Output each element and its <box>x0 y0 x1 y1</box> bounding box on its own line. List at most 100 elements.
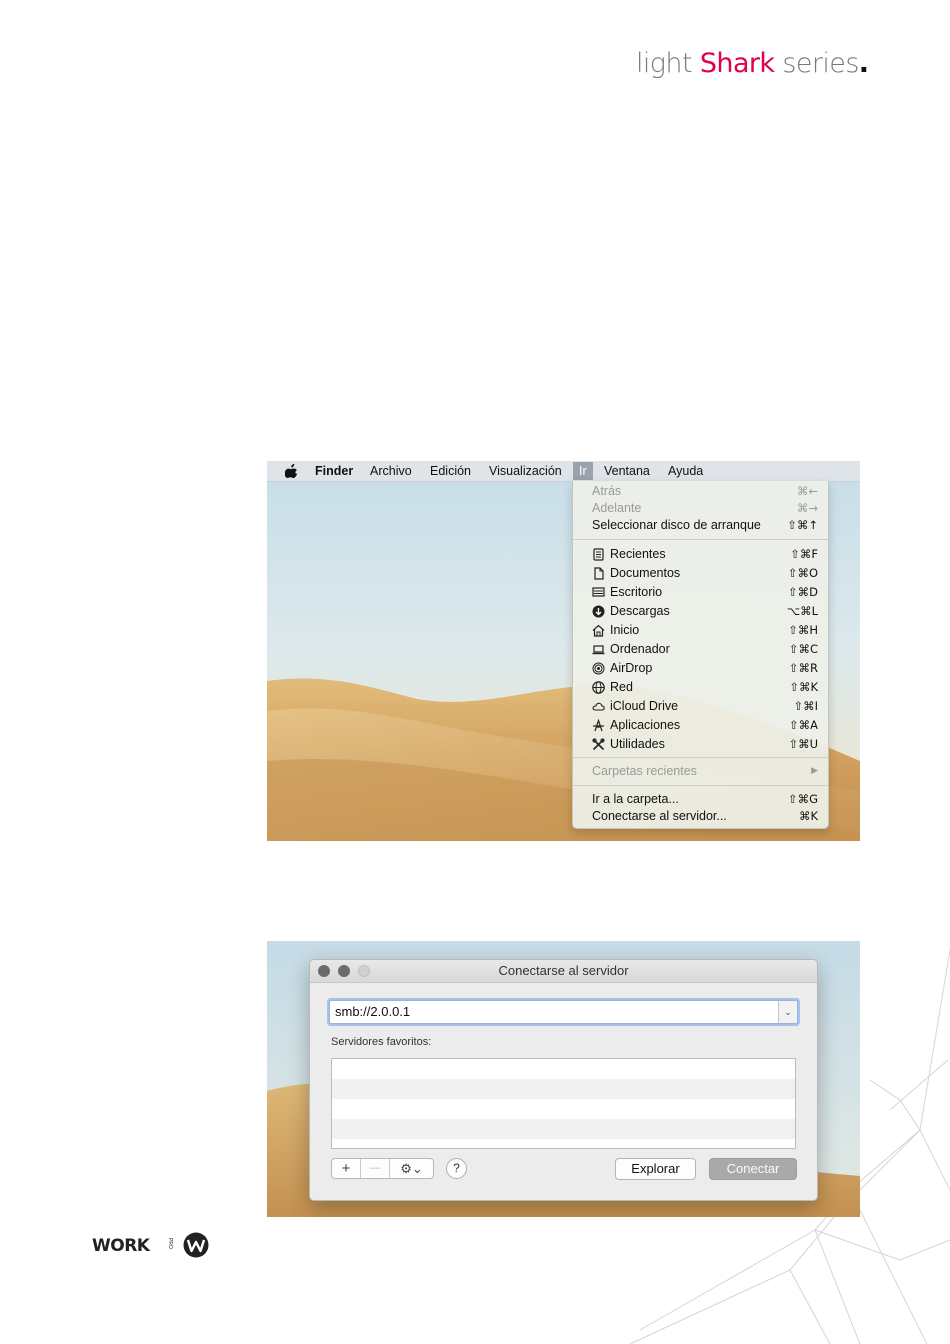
list-item <box>332 1119 795 1139</box>
menu-item-shortcut: ⌘← <box>796 484 818 498</box>
menu-item-shortcut: ⇧⌘H <box>788 623 818 637</box>
menu-item-shortcut: ⇧⌘O <box>787 566 818 580</box>
utilities-icon <box>592 738 605 751</box>
chevron-right-icon: ▶ <box>811 766 818 776</box>
menu-item-label: AirDrop <box>610 661 653 675</box>
menu-item-shortcut: ⇧⌘↑ <box>787 518 818 532</box>
apple-icon[interactable] <box>284 463 298 482</box>
menu-item-documentos[interactable]: Documentos ⇧⌘O <box>573 565 828 582</box>
menu-visualizacion[interactable]: Visualización <box>489 463 562 479</box>
menu-item-adelante[interactable]: Adelante ⌘→ <box>573 500 828 517</box>
add-button[interactable]: + <box>332 1159 360 1178</box>
server-address-value: smb://2.0.0.1 <box>335 1004 411 1019</box>
menu-item-label: Conectarse al servidor... <box>592 809 727 823</box>
menu-item-label: Documentos <box>610 566 681 580</box>
favorites-toolbar: + — ⚙⌄ <box>331 1158 434 1179</box>
menu-item-label: Red <box>610 680 633 694</box>
menu-item-aplicaciones[interactable]: Aplicaciones ⇧⌘A <box>573 717 828 734</box>
menu-separator <box>573 539 828 540</box>
list-item <box>332 1079 795 1099</box>
menu-ayuda[interactable]: Ayuda <box>668 463 703 479</box>
menu-item-red[interactable]: Red ⇧⌘K <box>573 679 828 696</box>
menu-item-label: Escritorio <box>610 585 663 599</box>
menu-item-shortcut: ⇧⌘A <box>788 718 818 732</box>
computer-icon <box>592 643 605 656</box>
title-bar: Conectarse al servidor <box>310 960 817 983</box>
menu-item-utilidades[interactable]: Utilidades ⇧⌘U <box>573 736 828 753</box>
list-item <box>332 1099 795 1119</box>
connect-server-screenshot: Conectarse al servidor smb://2.0.0.1 ⌄ S… <box>267 941 860 1217</box>
menu-item-shortcut: ⌥⌘L <box>786 604 818 618</box>
menu-item-label: Utilidades <box>610 737 665 751</box>
network-icon <box>592 681 605 694</box>
gear-icon[interactable]: ⚙⌄ <box>390 1159 433 1178</box>
airdrop-icon <box>592 662 605 675</box>
menu-item-shortcut: ⇧⌘F <box>790 547 818 561</box>
menu-item-seleccionar-disco[interactable]: Seleccionar disco de arranque ⇧⌘↑ <box>573 517 828 534</box>
menu-item-shortcut: ⇧⌘C <box>788 642 818 656</box>
menu-edicion[interactable]: Edición <box>430 463 471 479</box>
applications-icon <box>592 718 605 732</box>
menu-item-label: Seleccionar disco de arranque <box>592 518 761 532</box>
menu-separator <box>573 785 828 786</box>
server-address-field[interactable]: smb://2.0.0.1 ⌄ <box>329 1000 798 1024</box>
brand-logo: light Shark series. <box>636 48 869 79</box>
menu-item-recientes[interactable]: Recientes ⇧⌘F <box>573 546 828 563</box>
menu-item-descargas[interactable]: Descargas ⌥⌘L <box>573 603 828 620</box>
menu-item-label: Atrás <box>592 484 622 498</box>
help-button[interactable]: ? <box>446 1158 467 1179</box>
menu-item-label: Adelante <box>592 501 642 515</box>
brand-dot: . <box>858 48 869 79</box>
finder-go-menu-screenshot: Finder Archivo Edición Visualización Ir … <box>267 461 860 841</box>
favorites-list[interactable] <box>331 1058 796 1149</box>
brand-shark: Shark <box>699 48 775 79</box>
menu-item-shortcut: ⇧⌘G <box>787 792 818 806</box>
connect-button[interactable]: Conectar <box>709 1158 797 1180</box>
downloads-icon <box>592 605 605 618</box>
brand-series: series <box>782 48 859 79</box>
menu-item-shortcut: ⌘→ <box>796 501 818 515</box>
menu-item-label: iCloud Drive <box>610 699 679 713</box>
menu-item-label: Ir a la carpeta... <box>592 792 679 806</box>
menu-archivo[interactable]: Archivo <box>370 463 412 479</box>
documents-icon <box>592 567 605 580</box>
remove-button[interactable]: — <box>361 1159 389 1178</box>
menu-ventana[interactable]: Ventana <box>604 463 650 479</box>
menu-item-ir-a-carpeta[interactable]: Ir a la carpeta... ⇧⌘G <box>573 791 828 808</box>
work-w-icon <box>183 1232 209 1258</box>
menu-item-shortcut: ⌘K <box>798 809 818 823</box>
window-title: Conectarse al servidor <box>498 963 629 978</box>
home-icon <box>592 624 605 637</box>
menu-item-label: Recientes <box>610 547 666 561</box>
menu-separator <box>573 757 828 758</box>
menu-item-conectarse-servidor[interactable]: Conectarse al servidor... ⌘K <box>573 808 828 825</box>
brand-light: light <box>636 48 693 79</box>
explore-button[interactable]: Explorar <box>615 1158 696 1180</box>
logo-small-text: PRO <box>167 1238 173 1249</box>
menu-item-label: Ordenador <box>610 642 670 656</box>
menu-item-escritorio[interactable]: Escritorio ⇧⌘D <box>573 584 828 601</box>
menu-item-shortcut: ⇧⌘K <box>789 680 818 694</box>
menu-item-shortcut: ⇧⌘R <box>788 661 818 675</box>
menu-bar: Finder Archivo Edición Visualización Ir … <box>267 461 860 482</box>
menu-item-label: Inicio <box>610 623 640 637</box>
menu-item-shortcut: ⇧⌘U <box>788 737 818 751</box>
menu-item-shortcut: ⇧⌘D <box>788 585 818 599</box>
menu-item-atras[interactable]: Atrás ⌘← <box>573 483 828 500</box>
menu-item-ordenador[interactable]: Ordenador ⇧⌘C <box>573 641 828 658</box>
go-menu-dropdown: Atrás ⌘← Adelante ⌘→ Seleccionar disco d… <box>572 481 829 829</box>
menu-item-icloud[interactable]: iCloud Drive ⇧⌘I <box>573 698 828 715</box>
list-item <box>332 1059 795 1079</box>
menu-item-shortcut: ⇧⌘I <box>793 699 818 713</box>
menu-item-inicio[interactable]: Inicio ⇧⌘H <box>573 622 828 639</box>
menu-finder[interactable]: Finder <box>315 463 353 479</box>
chevron-down-icon[interactable]: ⌄ <box>778 1001 797 1023</box>
menu-item-airdrop[interactable]: AirDrop ⇧⌘R <box>573 660 828 677</box>
menu-ir[interactable]: Ir <box>573 462 593 480</box>
desktop-icon <box>592 586 605 599</box>
logo-text: WORK <box>92 1236 150 1256</box>
menu-item-label: Carpetas recientes <box>592 764 697 778</box>
menu-item-label: Descargas <box>610 604 670 618</box>
connect-server-dialog: Conectarse al servidor smb://2.0.0.1 ⌄ S… <box>309 959 818 1201</box>
menu-item-carpetas-recientes[interactable]: Carpetas recientes ▶ <box>573 763 828 780</box>
